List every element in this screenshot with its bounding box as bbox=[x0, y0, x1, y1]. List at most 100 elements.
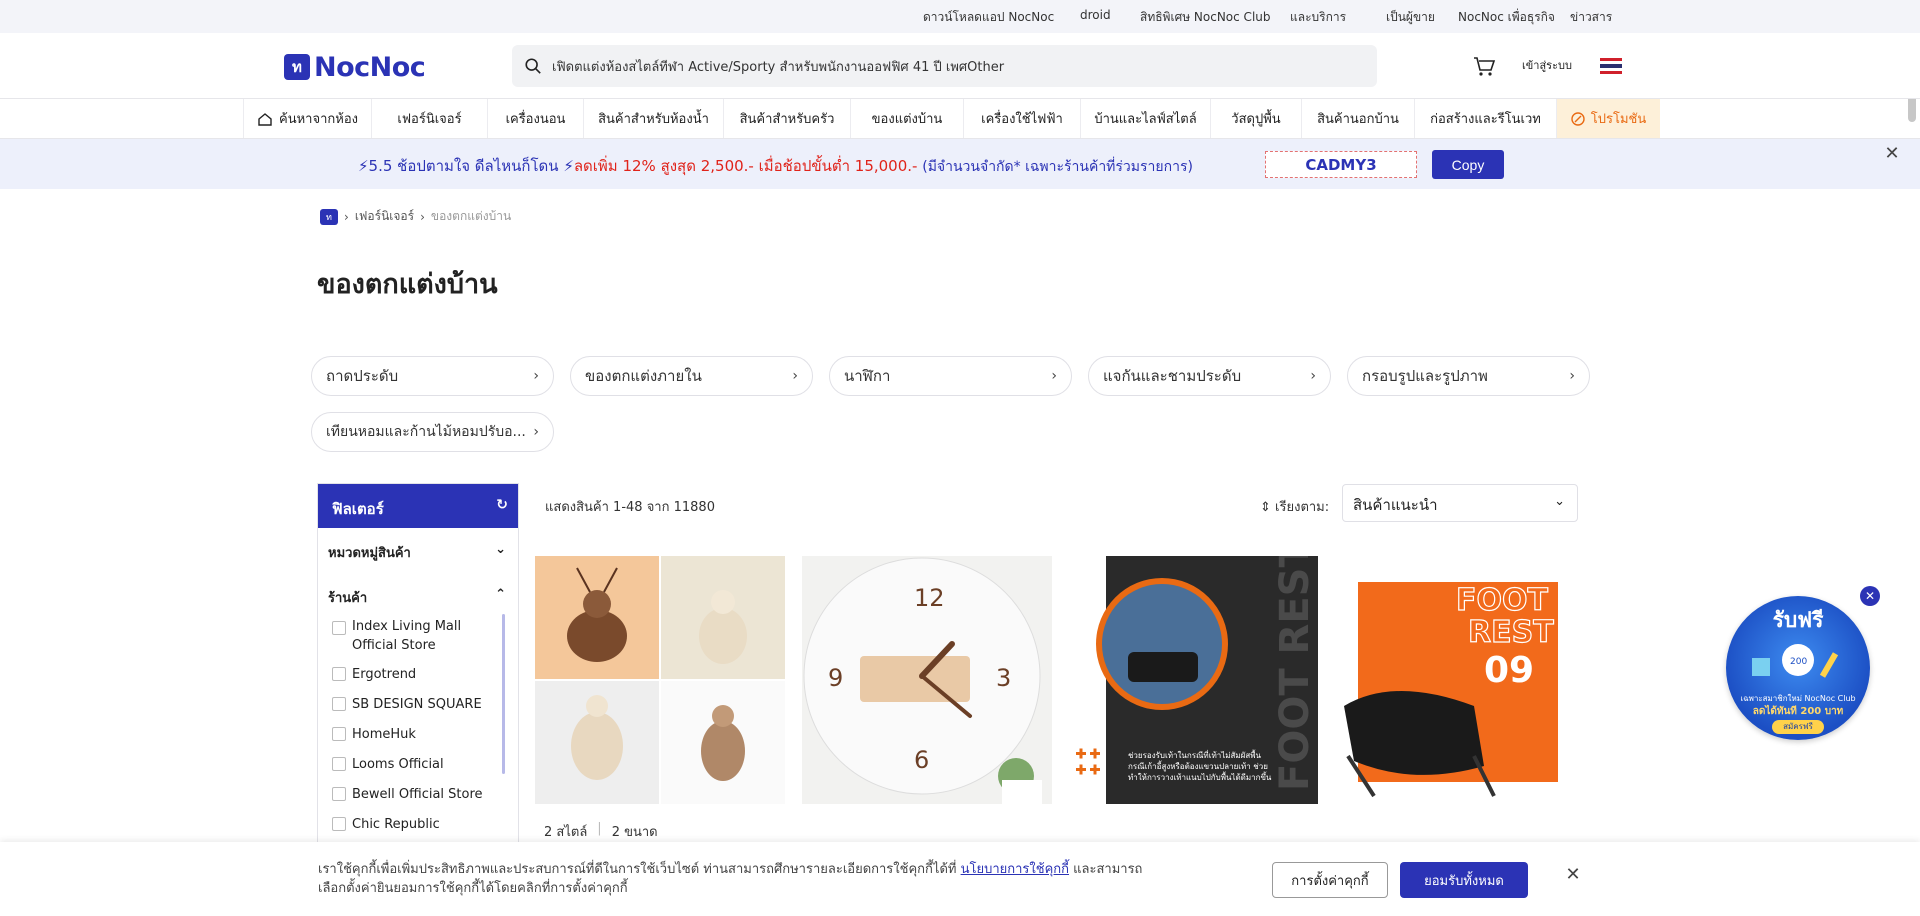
subcategory-chip[interactable]: ถาดประดับ › bbox=[311, 356, 554, 396]
nav-flooring[interactable]: วัสดุปูพื้น bbox=[1210, 99, 1301, 138]
chevron-right-icon[interactable]: › bbox=[533, 368, 539, 384]
cookie-policy-link[interactable]: นโยบายการใช้คุกกี้ bbox=[961, 862, 1069, 877]
shop-option-label[interactable]: Looms Official bbox=[352, 755, 444, 774]
shop-checkbox[interactable] bbox=[332, 697, 346, 711]
club-link[interactable]: สิทธิพิเศษ NocNoc Club bbox=[1140, 8, 1271, 27]
nav-promotion[interactable]: โปรโมชัน bbox=[1556, 99, 1660, 138]
business-link[interactable]: NocNoc เพื่อธุรกิจ bbox=[1458, 8, 1555, 27]
shop-option-label[interactable]: Bewell Official Store bbox=[352, 785, 483, 804]
shop-option-label[interactable]: HomeHuk bbox=[352, 725, 416, 744]
nav-label: สินค้าสำหรับครัว bbox=[739, 112, 835, 127]
logo-mark-icon: ท bbox=[284, 54, 310, 80]
search-input[interactable] bbox=[552, 58, 1352, 74]
shop-checkbox[interactable] bbox=[332, 727, 346, 741]
cart-icon[interactable] bbox=[1470, 52, 1498, 80]
services-link[interactable]: และบริการ bbox=[1290, 8, 1346, 27]
subcategory-chip[interactable]: นาฬิกา › bbox=[829, 356, 1072, 396]
nav-renovation[interactable]: ก่อสร้างและรีโนเวท bbox=[1414, 99, 1556, 138]
results-count: แสดงสินค้า 1-48 จาก 11880 bbox=[545, 500, 715, 515]
subcategory-chip[interactable]: แจกันและชามประดับ › bbox=[1088, 356, 1331, 396]
chevron-right-icon[interactable]: › bbox=[792, 368, 798, 384]
shop-option-label[interactable]: Index Living Mall Official Store bbox=[352, 617, 492, 655]
logo-wordmark: NocNoc bbox=[314, 51, 426, 83]
free-offer-badge[interactable]: รับฟรี 200 เฉพาะสมาชิกใหม่ NocNoc Club ล… bbox=[1726, 596, 1870, 740]
badge-discount: ลดได้ทันที 200 บาท bbox=[1752, 706, 1844, 717]
product-image[interactable]: 12 3 6 9 bbox=[802, 556, 1052, 804]
product-image[interactable] bbox=[535, 556, 785, 804]
search-icon[interactable] bbox=[524, 57, 542, 75]
chevron-right-icon[interactable]: › bbox=[533, 424, 539, 440]
product-caption: ช่วยรองรับเท้าในกรณีที่เท้าไม่สัมผัสพื้น… bbox=[1128, 751, 1272, 782]
nav-furniture[interactable]: เฟอร์นิเจอร์ bbox=[371, 99, 487, 138]
nav-kitchen[interactable]: สินค้าสำหรับครัว bbox=[723, 99, 850, 138]
sort-select[interactable]: สินค้าแนะนำ ⌄ bbox=[1342, 484, 1578, 522]
promo-close-icon[interactable]: ✕ bbox=[1882, 144, 1902, 164]
shop-checkbox[interactable] bbox=[332, 787, 346, 801]
filter-header: ฟิลเตอร์ ↻ bbox=[318, 484, 518, 528]
nav-bathroom[interactable]: สินค้าสำหรับห้องน้ำ bbox=[583, 99, 723, 138]
reset-filter-icon[interactable]: ↻ bbox=[496, 497, 508, 513]
nav-label: สินค้านอกบ้าน bbox=[1317, 112, 1399, 127]
divider: | bbox=[597, 821, 602, 836]
badge-cta[interactable]: สมัครฟรี bbox=[1772, 720, 1824, 734]
subcategory-chip[interactable]: เทียนหอมและก้านไม้หอมปรับอ... › bbox=[311, 412, 554, 452]
nav-label: ของแต่งบ้าน bbox=[871, 112, 943, 127]
search-bar[interactable] bbox=[512, 45, 1377, 87]
promo-text-part1: ⚡5.5 ช้อปตามใจ ดีลไหนก็โดน ⚡ bbox=[358, 157, 574, 175]
chevron-right-icon[interactable]: › bbox=[1310, 368, 1316, 384]
nav-appliances[interactable]: เครื่องใช้ไฟฟ้า bbox=[963, 99, 1080, 138]
nav-label: สินค้าสำหรับห้องน้ำ bbox=[598, 112, 709, 127]
nav-shop-by-room[interactable]: ค้นหาจากห้อง bbox=[243, 99, 371, 138]
chevron-down-icon[interactable]: ⌄ bbox=[1554, 494, 1565, 509]
sort-value: สินค้าแนะนำ bbox=[1353, 496, 1438, 514]
badge-title: รับฟรี bbox=[1772, 608, 1824, 632]
shop-checkbox[interactable] bbox=[332, 621, 346, 635]
nav-lifestyle[interactable]: บ้านและไลฟ์สไตล์ bbox=[1080, 99, 1210, 138]
login-button[interactable]: เข้าสู่ระบบ bbox=[1507, 48, 1587, 82]
shop-checkbox[interactable] bbox=[332, 757, 346, 771]
accept-all-cookies-button[interactable]: ยอมรับทั้งหมด bbox=[1400, 862, 1528, 898]
shop-option-label[interactable]: SB DESIGN SQUARE bbox=[352, 695, 482, 714]
product-image[interactable]: FOOT REST ช่วยรองรับเท้าในกรณีที่เท้าไม่… bbox=[1068, 556, 1318, 804]
filter-panel: ฟิลเตอร์ ↻ หมวดหมู่สินค้า ⌄ ร้านค้า ⌃ Inde… bbox=[317, 483, 519, 843]
filter-section-shop[interactable]: ร้านค้า ⌃ bbox=[328, 587, 506, 608]
nav-home-decor[interactable]: ของแต่งบ้าน bbox=[850, 99, 963, 138]
logo[interactable]: ท NocNoc bbox=[284, 51, 426, 83]
promo-code[interactable]: CADMY3 bbox=[1265, 151, 1417, 178]
nav-bedding[interactable]: เครื่องนอน bbox=[487, 99, 583, 138]
chevron-right-icon[interactable]: › bbox=[1051, 368, 1057, 384]
subcategory-chip[interactable]: ของตกแต่งภายใน › bbox=[570, 356, 813, 396]
shop-option-label[interactable]: Ergotrend bbox=[352, 665, 416, 684]
product-number: 09 bbox=[1484, 650, 1534, 691]
chip-label: ของตกแต่งภายใน bbox=[585, 367, 702, 385]
copy-code-button[interactable]: Copy bbox=[1432, 150, 1504, 179]
cookie-close-icon[interactable]: ✕ bbox=[1562, 864, 1584, 886]
badge-close-icon[interactable]: ✕ bbox=[1860, 586, 1880, 606]
chip-label: นาฬิกา bbox=[844, 367, 891, 385]
promo-text-part2: ลดเพิ่ม 12% สูงสุด 2,500.- เมื่อช้อปขั้น… bbox=[573, 157, 918, 175]
cookie-text: เราใช้คุกกี้เพื่อเพิ่มประสิทธิภาพและประส… bbox=[318, 862, 961, 877]
nav-label: เครื่องนอน bbox=[505, 112, 566, 127]
cookie-message: เราใช้คุกกี้เพื่อเพิ่มประสิทธิภาพและประส… bbox=[318, 860, 1158, 898]
nav-outdoor[interactable]: สินค้านอกบ้าน bbox=[1301, 99, 1414, 138]
shop-checkbox[interactable] bbox=[332, 667, 346, 681]
chip-label: กรอบรูปและรูปภาพ bbox=[1362, 367, 1488, 385]
breadcrumb-furniture[interactable]: เฟอร์นิเจอร์ bbox=[355, 207, 414, 226]
shop-checkbox[interactable] bbox=[332, 817, 346, 831]
seller-link[interactable]: เป็นผู้ขาย bbox=[1386, 8, 1435, 27]
nav-label: วัสดุปูพื้น bbox=[1231, 112, 1281, 127]
chevron-right-icon[interactable]: › bbox=[1569, 368, 1575, 384]
clock-numeral: 3 bbox=[996, 664, 1011, 692]
news-link[interactable]: ข่าวสาร bbox=[1570, 8, 1612, 27]
breadcrumb-current[interactable]: ของตกแต่งบ้าน bbox=[431, 207, 511, 226]
cookie-settings-button[interactable]: การตั้งค่าคุกกี้ bbox=[1272, 862, 1388, 898]
sort-label: ⇕ เรียงตาม: bbox=[1260, 496, 1329, 517]
filter-section-category[interactable]: หมวดหมู่สินค้า ⌄ bbox=[328, 542, 506, 563]
breadcrumb-home-icon[interactable]: ท bbox=[320, 208, 338, 225]
filter-scrollbar[interactable] bbox=[502, 614, 505, 774]
thai-flag-icon[interactable] bbox=[1600, 58, 1622, 74]
subcategory-chip[interactable]: กรอบรูปและรูปภาพ › bbox=[1347, 356, 1590, 396]
shop-option-label[interactable]: Chic Republic bbox=[352, 815, 440, 834]
android-link[interactable]: droid bbox=[1080, 8, 1111, 22]
product-image[interactable]: FOOT REST 09 bbox=[1334, 556, 1584, 804]
